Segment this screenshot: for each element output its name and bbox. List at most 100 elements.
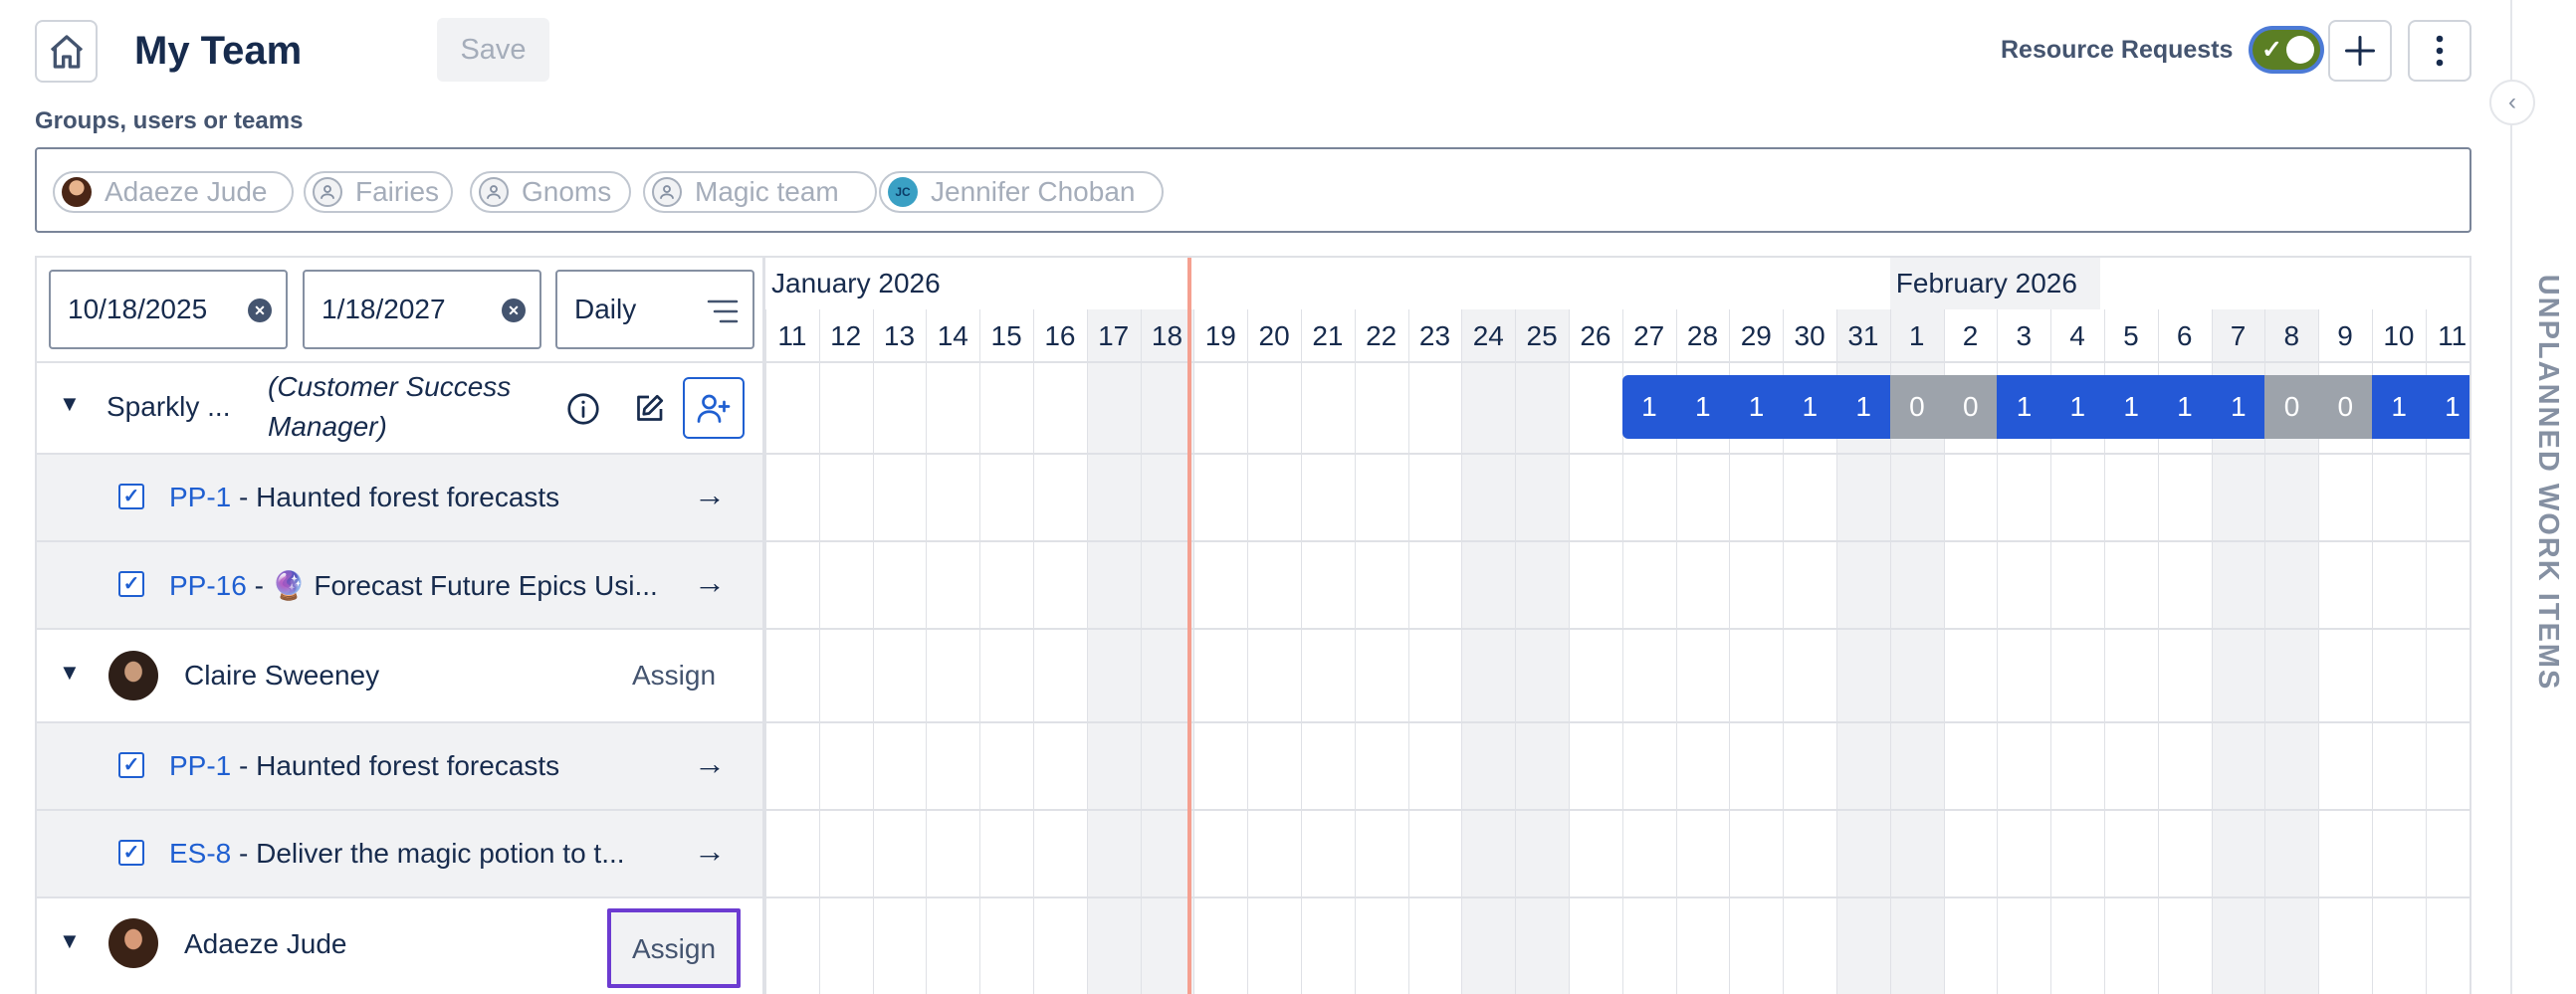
avatar xyxy=(108,918,158,968)
day-column xyxy=(1569,309,1622,994)
allocation-cell[interactable]: 0 xyxy=(1943,375,1998,439)
row-separator xyxy=(765,453,2469,455)
allocation-cell[interactable]: 1 xyxy=(2104,375,2159,439)
day-column xyxy=(979,309,1033,994)
issue-key-link[interactable]: ES-8 xyxy=(169,838,231,869)
task-row[interactable]: ✓ PP-16 - 🔮 Forecast Future Epics Usi...… xyxy=(37,540,762,628)
chip-magic-team[interactable]: Magic team xyxy=(643,171,877,213)
chip-label: Adaeze Jude xyxy=(105,176,268,207)
task-row[interactable]: ✓ PP-1 - Haunted forest forecasts → xyxy=(37,453,762,540)
group-icon xyxy=(313,177,342,207)
resource-requests-toggle[interactable]: ✓ xyxy=(2253,30,2320,70)
issue-key-link[interactable]: PP-16 xyxy=(169,570,247,601)
day-column xyxy=(765,309,819,994)
page-title: My Team xyxy=(134,29,303,73)
day-column xyxy=(818,309,873,994)
day-label: 4 xyxy=(2069,320,2085,351)
day-label: 27 xyxy=(1633,320,1665,351)
issue-key-link[interactable]: PP-1 xyxy=(169,750,231,781)
allocation-cell[interactable]: 1 xyxy=(2157,375,2213,439)
chip-jennifer-choban[interactable]: JC Jennifer Choban xyxy=(879,171,1164,213)
resource-list: 10/18/2025 ✕ 1/18/2027 ✕ Daily ▼ Sparkly… xyxy=(37,258,765,994)
allocation-cell[interactable]: 1 xyxy=(2211,375,2265,439)
arrow-right-icon[interactable]: → xyxy=(694,477,726,513)
chip-gnoms[interactable]: Gnoms xyxy=(470,171,631,213)
home-icon xyxy=(50,34,83,69)
collapse-triangle-icon[interactable]: ▼ xyxy=(59,391,81,417)
allocation-cell[interactable]: 0 xyxy=(2318,375,2373,439)
allocation-cell[interactable]: 1 xyxy=(1675,375,1730,439)
task-row[interactable]: ✓ ES-8 - Deliver the magic potion to t..… xyxy=(37,809,762,896)
checkbox-icon: ✓ xyxy=(118,840,144,866)
role-line-2: Manager) xyxy=(268,411,387,442)
start-date-input[interactable]: 10/18/2025 ✕ xyxy=(49,270,288,349)
day-column xyxy=(926,309,979,994)
row-separator xyxy=(765,628,2469,630)
day-label: 2 xyxy=(1962,320,1979,351)
issue-key-link[interactable]: PP-1 xyxy=(169,482,231,512)
arrow-right-icon[interactable]: → xyxy=(694,564,726,601)
allocation-cell[interactable]: 0 xyxy=(2264,375,2319,439)
task-title: PP-16 - 🔮 Forecast Future Epics Usi... xyxy=(169,569,658,602)
day-label: 7 xyxy=(2230,320,2247,351)
allocation-cell[interactable]: 1 xyxy=(1621,375,1677,439)
granularity-select[interactable]: Daily xyxy=(555,270,754,349)
day-label: 14 xyxy=(937,320,968,351)
collapse-panel-button[interactable]: ‹ xyxy=(2489,80,2535,125)
day-column xyxy=(1515,309,1569,994)
day-label: 19 xyxy=(1204,320,1236,351)
allocation-cell[interactable]: 1 xyxy=(2050,375,2105,439)
day-column xyxy=(1461,309,1516,994)
groups-users-teams-field[interactable]: Adaeze Jude Fairies Gnoms Magic team JC … xyxy=(35,147,2471,233)
day-label: 5 xyxy=(2123,320,2139,351)
arrow-right-icon[interactable]: → xyxy=(694,833,726,870)
allocation-cell[interactable]: 1 xyxy=(1836,375,1891,439)
chip-label: Magic team xyxy=(695,176,839,207)
add-assignee-button[interactable] xyxy=(683,377,745,439)
day-label: 3 xyxy=(2016,320,2033,351)
side-panel-divider xyxy=(2510,0,2512,994)
allocation-cell[interactable]: 1 xyxy=(2425,375,2469,439)
more-options-button[interactable] xyxy=(2408,20,2471,82)
save-button[interactable]: Save xyxy=(437,18,549,82)
task-title: PP-1 - Haunted forest forecasts xyxy=(169,482,559,513)
chip-label: Gnoms xyxy=(522,176,612,207)
allocation-cell[interactable]: 1 xyxy=(1729,375,1784,439)
chip-adaeze-jude[interactable]: Adaeze Jude xyxy=(53,171,294,213)
day-label: 9 xyxy=(2337,320,2353,351)
add-button[interactable] xyxy=(2328,20,2392,82)
assign-button[interactable]: Assign xyxy=(615,644,733,707)
allocation-cell[interactable]: 1 xyxy=(1783,375,1837,439)
checkbox-icon: ✓ xyxy=(118,571,144,597)
edit-icon[interactable] xyxy=(631,391,667,427)
collapse-triangle-icon[interactable]: ▼ xyxy=(59,660,81,686)
month-header: January 2026 February 2026 xyxy=(765,258,2469,309)
allocation-cell[interactable]: 0 xyxy=(1889,375,1945,439)
day-label: 25 xyxy=(1526,320,1558,351)
clear-icon[interactable]: ✕ xyxy=(248,298,272,322)
task-name: - 🔮 Forecast Future Epics Usi... xyxy=(246,570,658,601)
timeline: January 2026 February 2026 11 12 13 14 15 16 17… xyxy=(765,258,2469,994)
day-label: 12 xyxy=(830,320,862,351)
day-column xyxy=(1033,309,1087,994)
task-title: PP-1 - Haunted forest forecasts xyxy=(169,750,559,782)
day-label: 16 xyxy=(1044,320,1076,351)
month-label: January 2026 xyxy=(771,268,941,298)
day-label: 17 xyxy=(1098,320,1130,351)
arrow-right-icon[interactable]: → xyxy=(694,745,726,782)
end-date-input[interactable]: 1/18/2027 ✕ xyxy=(303,270,541,349)
clear-icon[interactable]: ✕ xyxy=(502,298,526,322)
assign-button[interactable]: Assign xyxy=(607,908,741,988)
info-icon[interactable] xyxy=(565,391,601,427)
chip-fairies[interactable]: Fairies xyxy=(304,171,453,213)
check-icon: ✓ xyxy=(2261,36,2282,64)
allocation-cell[interactable]: 1 xyxy=(2372,375,2427,439)
collapse-triangle-icon[interactable]: ▼ xyxy=(59,928,81,954)
task-row[interactable]: ✓ PP-1 - Haunted forest forecasts → xyxy=(37,721,762,809)
home-button[interactable] xyxy=(35,20,98,83)
allocation-cell[interactable]: 1 xyxy=(1997,375,2051,439)
row-separator xyxy=(765,540,2469,542)
unplanned-work-items-label[interactable]: UNPLANNED WORK ITEMS xyxy=(2528,275,2568,692)
day-label: 8 xyxy=(2283,320,2300,351)
row-separator xyxy=(765,896,2469,898)
